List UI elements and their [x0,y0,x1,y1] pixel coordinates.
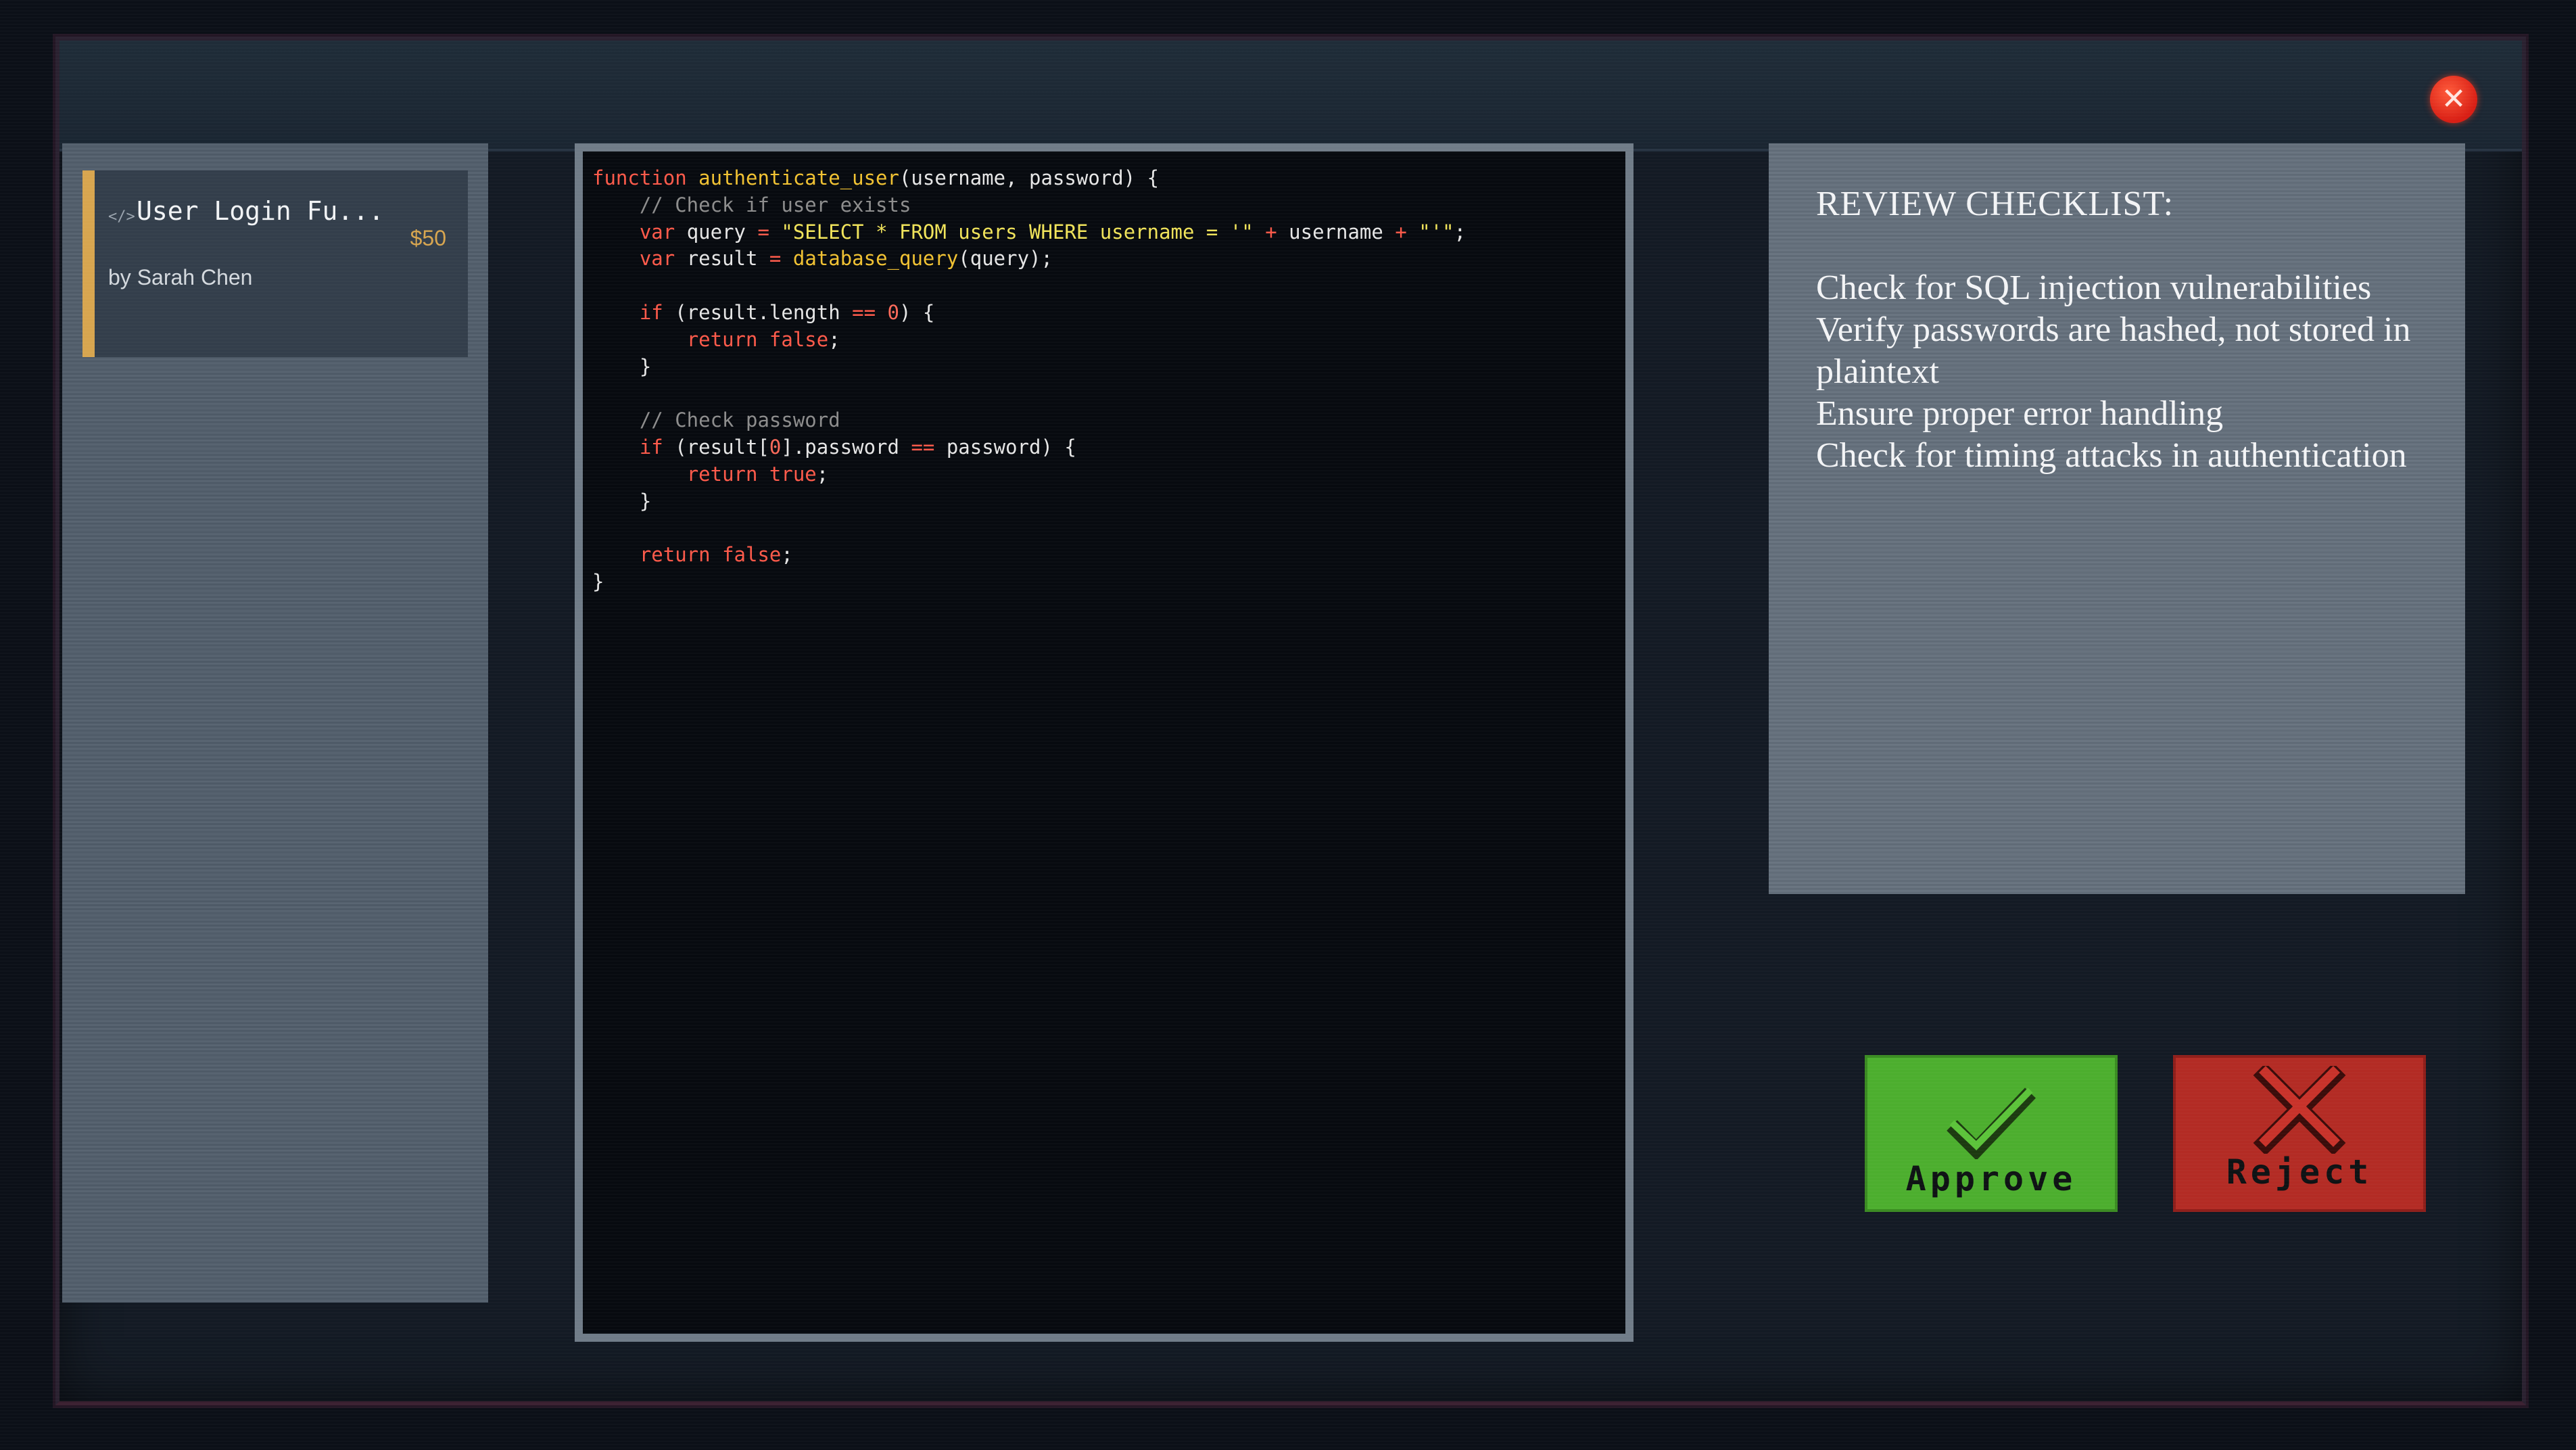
code-line: } [592,569,604,593]
close-icon: ✕ [2441,82,2466,116]
code-line: // Check password [639,408,840,432]
code-line: if (result[0].password == password) { [639,435,1076,459]
task-list-panel: </> User Login Fu... $50 by Sarah Chen [62,143,488,1303]
code-line: // Check if user exists [639,193,911,216]
checklist-title: REVIEW CHECKLIST: [1816,185,2174,223]
approve-label: Approve [1905,1159,2077,1198]
code-line: } [592,354,652,378]
x-mark-icon [2253,1066,2346,1154]
checklist-panel: REVIEW CHECKLIST: Check for SQL injectio… [1769,143,2465,894]
task-title: User Login Fu... [137,196,385,226]
approve-button[interactable]: Approve [1865,1055,2118,1212]
code-line: return false; [686,327,840,351]
code-viewer[interactable]: function authenticate_user(username, pas… [575,143,1633,1342]
checklist-item: Verify passwords are hashed, not stored … [1816,310,2411,391]
code-line: if (result.length == 0) { [639,300,935,324]
title-bar: ✕ [59,41,2522,151]
reject-label: Reject [2226,1152,2373,1192]
close-button[interactable]: ✕ [2430,76,2477,123]
checklist-item: Check for SQL injection vulnerabilities [1816,268,2372,307]
task-reward: $50 [410,226,446,250]
code-block: function authenticate_user(username, pas… [592,165,1466,596]
code-line: var query = "SELECT * FROM users WHERE u… [639,220,1466,243]
checklist-item: Check for timing attacks in authenticati… [1816,436,2407,475]
task-author: by Sarah Chen [108,265,253,289]
code-line: var result = database_query(query); [639,247,1053,271]
reject-button[interactable]: Reject [2173,1055,2426,1212]
task-card[interactable]: </> User Login Fu... $50 by Sarah Chen [82,170,468,357]
code-line: return true; [686,462,829,486]
checklist-item: Ensure proper error handling [1816,394,2224,433]
code-line: return false; [639,543,793,567]
code-icon: </> [108,208,135,225]
code-line: } [592,489,652,513]
code-line: function authenticate_user(username, pas… [592,166,1160,189]
checkmark-icon [1947,1088,2036,1159]
